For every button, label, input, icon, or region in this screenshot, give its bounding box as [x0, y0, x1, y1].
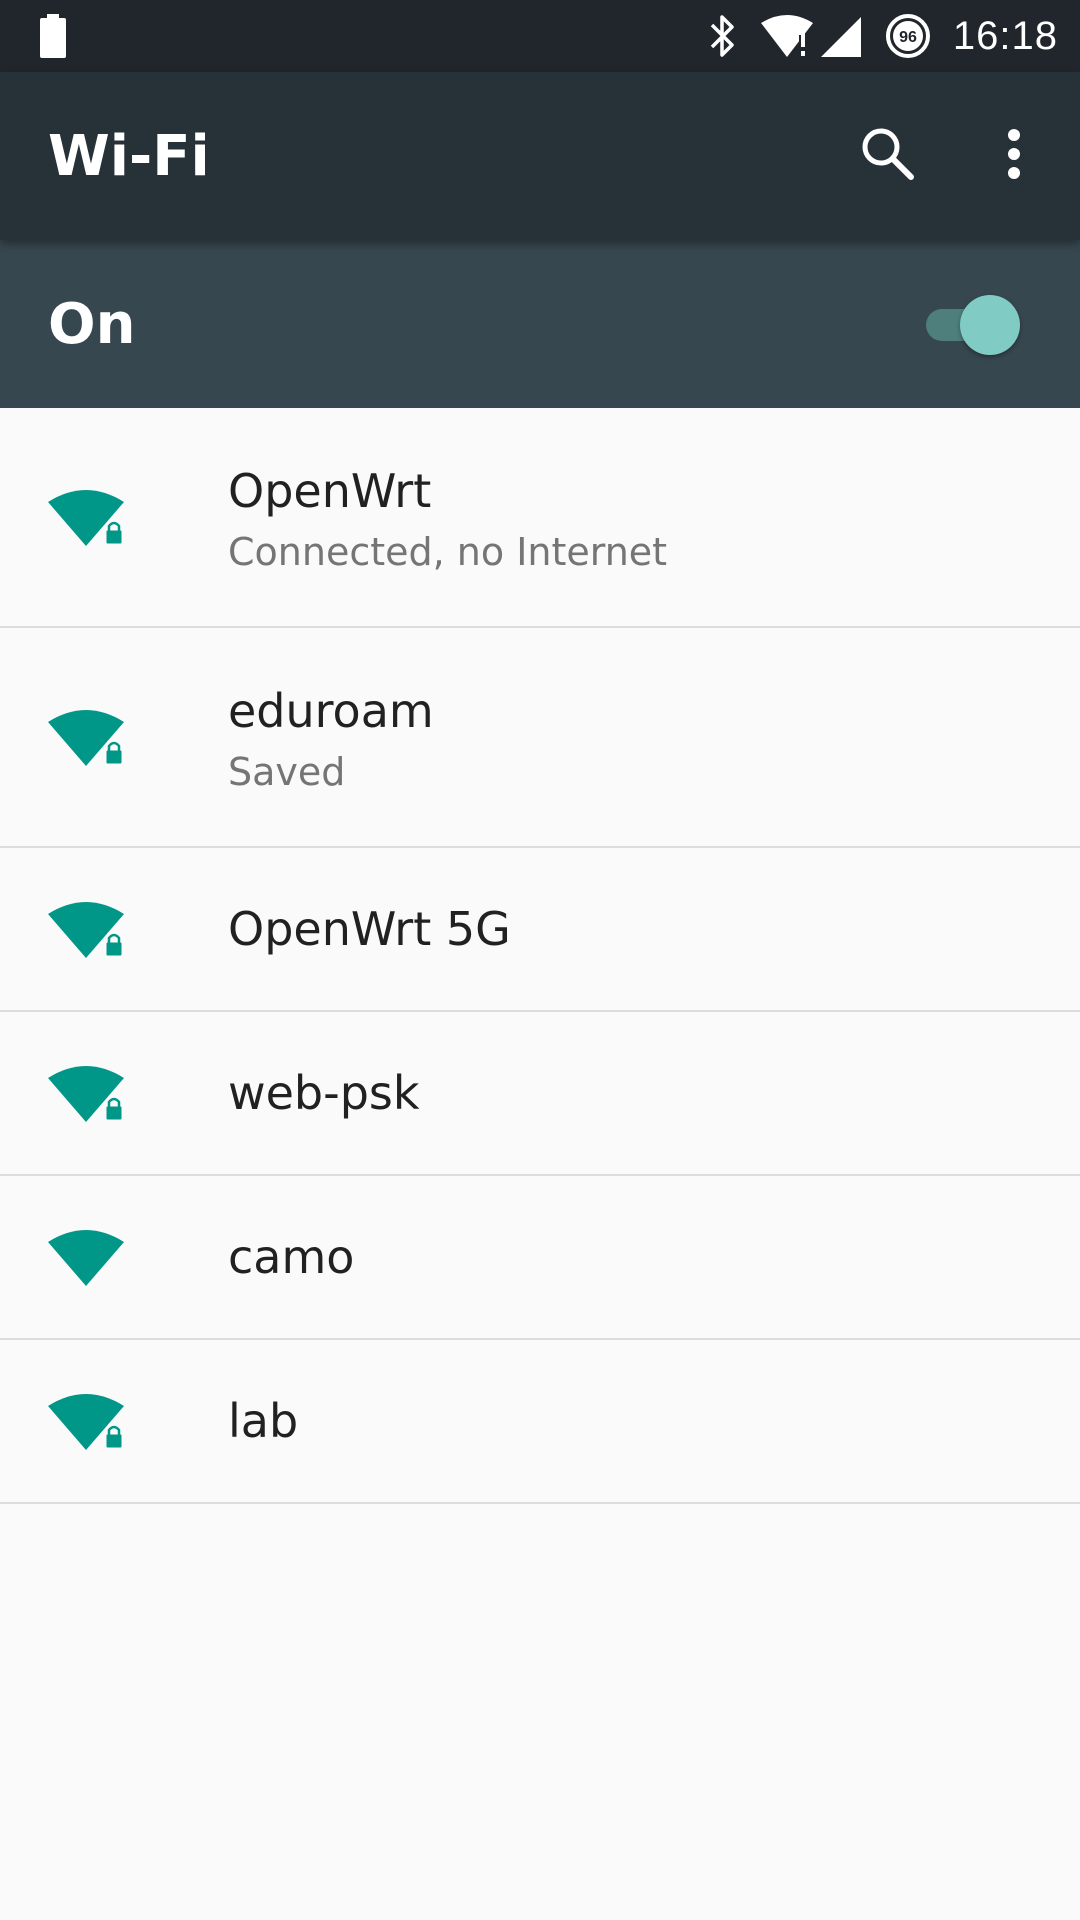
- network-name: OpenWrt 5G: [228, 902, 511, 956]
- bluetooth-icon: [707, 13, 737, 59]
- wifi-no-internet-icon: [759, 13, 815, 59]
- more-options-button[interactable]: [972, 114, 1056, 198]
- svg-text:96: 96: [899, 29, 917, 46]
- cell-signal-icon: [819, 13, 863, 59]
- network-status: Saved: [228, 750, 346, 794]
- wifi-lock-icon: [48, 706, 128, 773]
- data-saver-icon: 96: [885, 13, 931, 59]
- network-status: Connected, no Internet: [228, 530, 668, 574]
- wifi-toggle-switch[interactable]: [920, 292, 1026, 356]
- wifi-lock-icon: [48, 486, 128, 553]
- wifi-master-switch-bar[interactable]: On: [0, 240, 1080, 408]
- network-name: eduroam: [228, 684, 434, 738]
- network-list: OpenWrt Connected, no Internet eduroam S…: [0, 408, 1080, 1504]
- network-item-openwrt-5g[interactable]: OpenWrt 5G: [0, 848, 1080, 1012]
- network-name: OpenWrt: [228, 464, 432, 518]
- app-toolbar: Wi-Fi: [0, 72, 1080, 240]
- page-title: Wi-Fi: [48, 123, 210, 189]
- network-item-openwrt[interactable]: OpenWrt Connected, no Internet: [0, 408, 1080, 628]
- search-icon: [859, 125, 917, 188]
- status-clock: 16:18: [952, 13, 1058, 58]
- network-item-web-psk[interactable]: web-psk: [0, 1012, 1080, 1176]
- switch-label: On: [48, 291, 136, 357]
- wifi-lock-icon: [48, 1062, 128, 1129]
- network-name: camo: [228, 1230, 355, 1284]
- battery-icon: [38, 14, 68, 63]
- status-bar: 96 16:18: [0, 0, 1080, 72]
- search-button[interactable]: [846, 114, 930, 198]
- network-name: lab: [228, 1394, 299, 1448]
- toggle-thumb: [960, 295, 1020, 355]
- more-vert-icon: [1004, 128, 1024, 185]
- network-item-camo[interactable]: camo: [0, 1176, 1080, 1340]
- network-item-lab[interactable]: lab: [0, 1340, 1080, 1504]
- wifi-lock-icon: [48, 898, 128, 965]
- wifi-lock-icon: [48, 1390, 128, 1457]
- network-item-eduroam[interactable]: eduroam Saved: [0, 628, 1080, 848]
- network-name: web-psk: [228, 1066, 420, 1120]
- wifi-icon: [48, 1226, 128, 1293]
- status-icons: 96 16:18: [707, 0, 1058, 72]
